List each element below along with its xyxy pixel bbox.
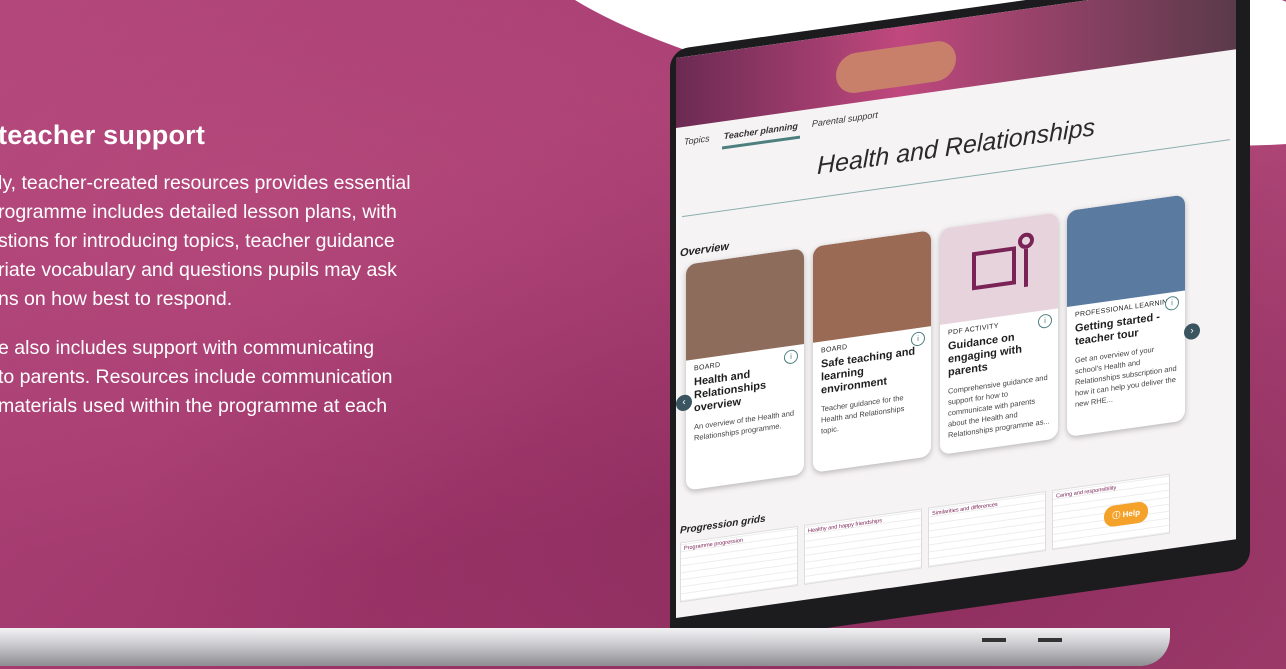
card-image [686, 248, 804, 361]
card-image [940, 212, 1058, 325]
port-notch [982, 638, 1006, 642]
resource-card[interactable]: i BOARD Safe teaching and learning envir… [813, 230, 931, 473]
card-carousel: ‹ i BOARD Health and Relationships overv… [676, 187, 1236, 492]
text-line: materials used within the programme at e… [0, 395, 388, 417]
grid-thumbnail[interactable]: Similarities and differences [928, 490, 1046, 568]
card-image [1067, 194, 1185, 308]
text-line: stions for introducing topics, teacher g… [0, 230, 395, 252]
laptop-base [0, 628, 1170, 666]
text-line: e also includes support with communicati… [0, 337, 375, 359]
text-line: riate vocabulary and questions pupils ma… [0, 259, 397, 281]
tab-topics[interactable]: Topics [682, 131, 712, 155]
grid-thumbnail[interactable]: Programme progression [680, 525, 798, 603]
next-arrow-icon[interactable]: › [1184, 322, 1200, 341]
help-label: Help [1122, 507, 1140, 520]
text-line: ly, teacher-created resources provides e… [0, 172, 411, 194]
paragraph-2: e also includes support with communicati… [0, 334, 560, 421]
resource-card[interactable]: i BOARD Health and Relationships overvie… [686, 248, 804, 491]
port-notch [1038, 638, 1062, 642]
left-text-block: teacher support ly, teacher-created reso… [0, 120, 560, 441]
text-line: to parents. Resources include communicat… [0, 366, 393, 388]
tab-parental-support[interactable]: Parental support [810, 107, 880, 137]
section-heading: teacher support [0, 120, 206, 150]
laptop-screen: Topics Teacher planning Parental support… [676, 0, 1236, 619]
card-desc: Teacher guidance for the Health and Rela… [821, 393, 905, 436]
card-desc: Comprehensive guidance and support for h… [948, 372, 1050, 440]
resource-card[interactable]: i PDF ACTIVITY Guidance on engaging with… [940, 212, 1058, 455]
resource-card[interactable]: i PROFESSIONAL LEARNING Getting started … [1067, 194, 1185, 438]
card-desc: Get an overview of your school's Health … [1075, 344, 1177, 409]
hero-image [836, 38, 956, 96]
tab-teacher-planning[interactable]: Teacher planning [721, 118, 800, 150]
text-line: rogramme includes detailed lesson plans,… [0, 201, 397, 223]
grid-thumbnail[interactable]: Healthy and happy friendships [804, 508, 922, 586]
card-image [813, 230, 931, 343]
presenter-icon [972, 232, 1034, 291]
text-line: ns on how best to respond. [0, 288, 233, 310]
paragraph-1: ly, teacher-created resources provides e… [0, 169, 560, 314]
